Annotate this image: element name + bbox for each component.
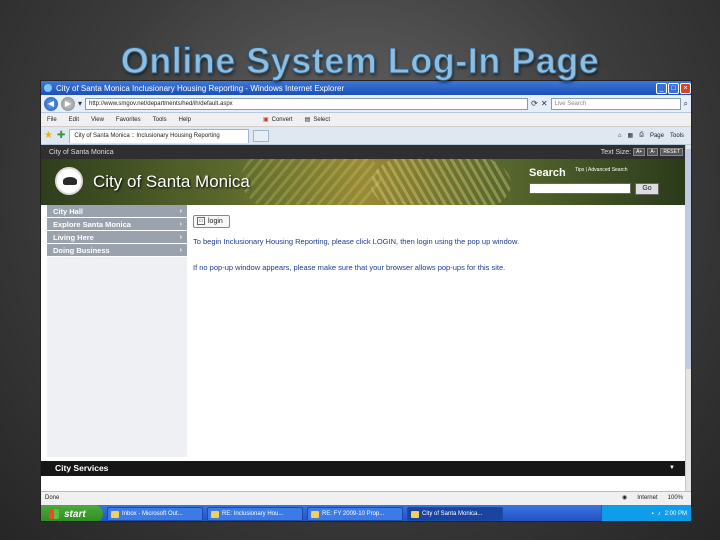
popup-instructions: If no pop-up window appears, please make… xyxy=(193,262,506,272)
search-label: Search xyxy=(529,167,566,179)
site-logo-text[interactable]: City of Santa Monica xyxy=(93,172,250,192)
nav-label: Explore Santa Monica xyxy=(53,220,131,229)
zoom-level[interactable]: 100% xyxy=(668,492,683,505)
menu-favorites[interactable]: Favorites xyxy=(116,117,141,123)
task-re-inclusionary[interactable]: RE: Inclusionary Hou... xyxy=(207,507,303,521)
menu-view[interactable]: View xyxy=(91,117,104,123)
text-size-label: Text Size: xyxy=(600,148,632,156)
palm-tree-decoration xyxy=(371,159,511,205)
feeds-icon[interactable]: ▦ xyxy=(627,132,633,139)
status-bar: Done ◉ Internet 100% xyxy=(41,491,691,505)
login-instructions: To begin Inclusionary Housing Reporting,… xyxy=(193,236,520,246)
maximize-button[interactable]: □ xyxy=(668,82,679,94)
address-bar[interactable]: http://www.smgov.net/departments/hed/ih/… xyxy=(85,97,529,110)
nav-explore-santa-monica[interactable]: Explore Santa Monica › xyxy=(47,218,187,231)
nav-city-hall[interactable]: City Hall › xyxy=(47,205,187,218)
menu-help[interactable]: Help xyxy=(179,117,191,123)
windows-taskbar: start Inbox - Microsoft Out... RE: Inclu… xyxy=(41,505,691,521)
select-button[interactable]: Select xyxy=(313,117,330,123)
login-label: login xyxy=(208,217,223,225)
windows-flag-icon xyxy=(49,509,59,519)
city-services-bar[interactable]: City Services ▼ xyxy=(41,461,687,476)
main-content: ▭ login To begin Inclusionary Housing Re… xyxy=(193,209,673,272)
site-top-label: City of Santa Monica xyxy=(49,148,114,156)
browser-screenshot: City of Santa Monica Inclusionary Housin… xyxy=(40,80,692,522)
convert-button[interactable]: Convert xyxy=(272,117,293,123)
page-menu[interactable]: Page xyxy=(650,133,664,139)
menu-file[interactable]: File xyxy=(47,117,57,123)
site-topbar: City of Santa Monica Text Size: A+ A- RE… xyxy=(41,145,687,159)
nav-living-here[interactable]: Living Here › xyxy=(47,231,187,244)
go-button[interactable]: Go xyxy=(635,183,659,195)
back-button[interactable]: ◀ xyxy=(44,96,58,111)
site-search: Search Tips | Advanced Search Go xyxy=(529,163,667,201)
login-icon: ▭ xyxy=(197,217,205,225)
refresh-icon[interactable]: ⟳ xyxy=(531,99,538,108)
window-title: City of Santa Monica Inclusionary Housin… xyxy=(56,83,345,93)
chevron-down-icon: ▼ xyxy=(669,465,675,471)
text-size-decrease[interactable]: A- xyxy=(647,148,659,156)
palm-frond-decoration xyxy=(241,159,381,205)
close-button[interactable]: × xyxy=(680,82,691,94)
menu-bar: File Edit View Favorites Tools Help ▣ Co… xyxy=(41,113,691,127)
task-santa-monica-browser[interactable]: City of Santa Monica... xyxy=(407,507,503,521)
search-icon[interactable]: ⌕ xyxy=(684,99,688,109)
nav-doing-business[interactable]: Doing Business › xyxy=(47,244,187,257)
city-services-label: City Services xyxy=(55,463,109,473)
scrollbar-thumb[interactable] xyxy=(686,149,691,369)
text-size-reset[interactable]: RESET xyxy=(660,148,683,156)
live-search-input[interactable]: Live Search xyxy=(550,97,681,110)
task-outlook-inbox[interactable]: Inbox - Microsoft Out... xyxy=(107,507,203,521)
tools-menu[interactable]: Tools xyxy=(670,133,684,139)
volume-icon[interactable]: ♪ xyxy=(658,511,661,517)
select-icon: ▤ xyxy=(304,117,311,123)
site-search-input[interactable] xyxy=(529,183,631,194)
window-titlebar: City of Santa Monica Inclusionary Housin… xyxy=(41,81,691,95)
status-text: Done xyxy=(45,495,60,501)
chevron-right-icon: › xyxy=(179,208,182,215)
nav-label: Doing Business xyxy=(53,246,110,255)
nav-label: City Hall xyxy=(53,207,84,216)
slide-title: Online System Log-In Page xyxy=(120,40,600,82)
web-page: City of Santa Monica Text Size: A+ A- RE… xyxy=(41,145,687,511)
nav-label: Living Here xyxy=(53,233,94,242)
site-banner: City of Santa Monica Search Tips | Advan… xyxy=(41,159,687,205)
globe-icon: ◉ xyxy=(622,495,628,501)
text-size-increase[interactable]: A+ xyxy=(633,148,646,156)
stop-icon[interactable]: ✕ xyxy=(541,99,548,108)
vertical-scrollbar[interactable] xyxy=(685,145,691,511)
favorites-star-icon[interactable]: ★ xyxy=(44,130,53,141)
page-content: City Hall › Explore Santa Monica › Living … xyxy=(41,205,687,461)
tab-santa-monica[interactable]: City of Santa Monica :: Inclusionary Hou… xyxy=(69,128,250,143)
forward-button[interactable]: ▶ xyxy=(61,96,75,111)
chevron-right-icon: › xyxy=(179,221,182,228)
sidenav-filler xyxy=(47,257,187,457)
new-tab-button[interactable] xyxy=(253,129,270,142)
city-logo-icon[interactable] xyxy=(55,167,83,195)
advanced-search-link[interactable]: Tips | Advanced Search xyxy=(575,167,628,173)
convert-icon: ▣ xyxy=(262,117,269,123)
chevron-down-icon[interactable]: ▾ xyxy=(78,99,82,108)
system-tray: ▪ ♪ 2:00 PM xyxy=(601,505,691,521)
menu-tools[interactable]: Tools xyxy=(153,117,167,123)
home-icon[interactable]: ⌂ xyxy=(618,133,622,139)
zone-label: Internet xyxy=(637,495,658,501)
clock[interactable]: 2:00 PM xyxy=(665,511,687,517)
side-navigation: City Hall › Explore Santa Monica › Living … xyxy=(47,205,187,457)
chevron-right-icon: › xyxy=(179,234,182,241)
network-icon[interactable]: ▪ xyxy=(652,511,654,517)
task-re-fy[interactable]: RE: FY 2009-10 Prop... xyxy=(307,507,403,521)
start-label: start xyxy=(64,508,86,520)
tab-bar: ★ ✚ City of Santa Monica :: Inclusionary… xyxy=(41,127,691,145)
start-button[interactable]: start xyxy=(41,505,103,521)
print-icon[interactable]: ⎙ xyxy=(639,132,644,139)
add-favorites-icon[interactable]: ✚ xyxy=(57,130,65,141)
chevron-right-icon: › xyxy=(179,247,182,254)
minimize-button[interactable]: _ xyxy=(656,82,667,94)
ie-icon xyxy=(44,84,52,92)
login-button[interactable]: ▭ login xyxy=(193,214,230,228)
menu-edit[interactable]: Edit xyxy=(69,117,79,123)
address-toolbar: ◀ ▶ ▾ http://www.smgov.net/departments/h… xyxy=(41,95,691,113)
